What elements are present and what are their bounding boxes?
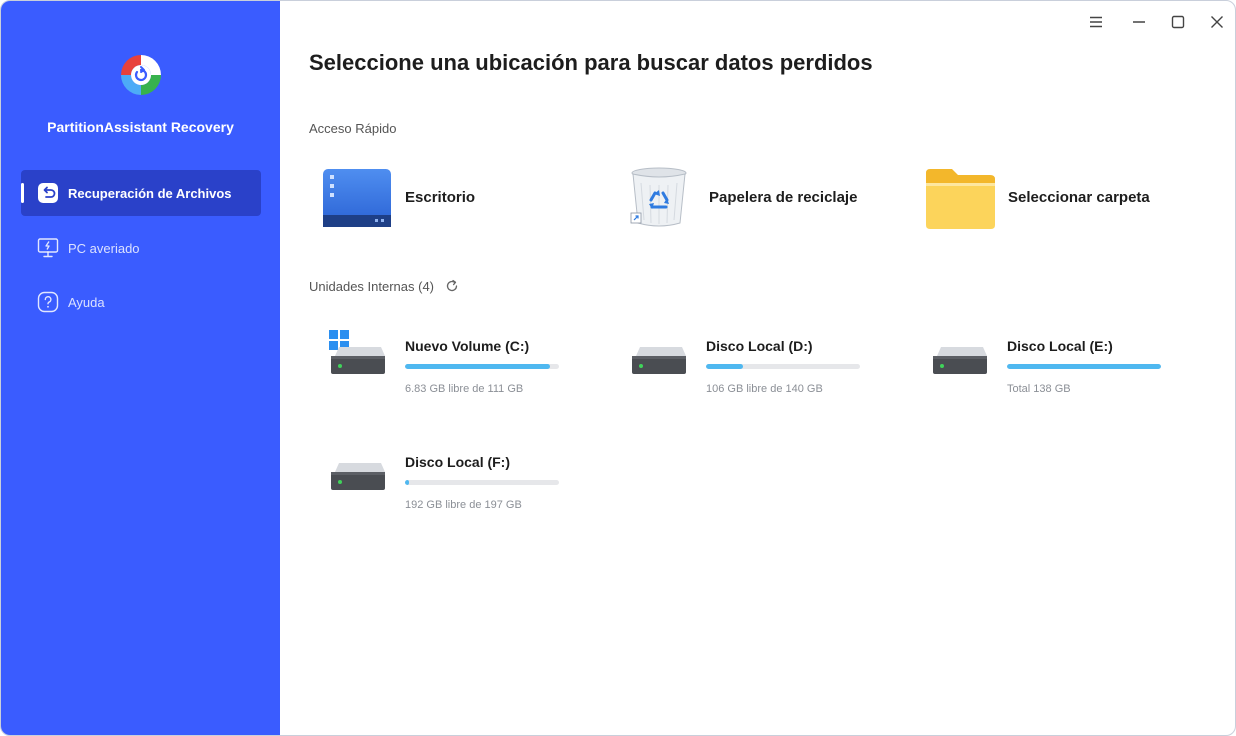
quick-access-recycle-bin[interactable]: Papelera de reciclaje [621, 161, 911, 233]
drive-item-c[interactable]: Nuevo Volume (C:) 6.83 GB libre de 111 G… [309, 326, 599, 416]
drive-usage-fill [405, 480, 409, 485]
drive-usage-bar [706, 364, 860, 369]
drive-info: 106 GB libre de 140 GB [706, 383, 823, 395]
quick-access-label: Acceso Rápido [309, 121, 397, 136]
drive-usage-bar [405, 480, 559, 485]
sidebar-item-file-recovery[interactable]: Recuperación de Archivos [21, 170, 261, 216]
quick-access-label-recycle-bin: Papelera de reciclaje [709, 188, 858, 206]
monitor-bolt-icon [37, 237, 59, 259]
sidebar: PartitionAssistant Recovery Recuperación… [1, 1, 280, 735]
drive-usage-bar [405, 364, 559, 369]
drive-info: 6.83 GB libre de 111 GB [405, 383, 524, 395]
desktop-icon [319, 163, 393, 231]
hard-drive-icon [630, 326, 690, 384]
quick-access-label-select-folder: Seleccionar carpeta [1008, 188, 1150, 206]
drive-name: Disco Local (F:) [405, 454, 511, 470]
menu-icon[interactable] [1083, 9, 1109, 35]
hard-drive-windows-icon [329, 326, 389, 384]
maximize-icon[interactable] [1165, 9, 1191, 35]
drive-usage-bar [1007, 364, 1161, 369]
close-icon[interactable] [1204, 9, 1230, 35]
recycle-bin-icon [621, 163, 697, 231]
sidebar-item-pc-averiado[interactable]: PC averiado [21, 225, 261, 271]
sidebar-item-label: PC averiado [68, 240, 140, 256]
quick-access-select-folder[interactable]: Seleccionar carpeta [922, 161, 1212, 233]
folder-icon [922, 163, 996, 231]
drive-info: 192 GB libre de 197 GB [405, 499, 522, 511]
sidebar-item-label: Ayuda [68, 294, 105, 310]
drive-name: Nuevo Volume (C:) [405, 338, 530, 354]
sidebar-item-label: Recuperación de Archivos [68, 185, 232, 201]
app-logo-icon [117, 51, 165, 99]
help-icon [37, 291, 59, 313]
quick-access-desktop[interactable]: Escritorio [319, 161, 609, 233]
drive-item-d[interactable]: Disco Local (D:) 106 GB libre de 140 GB [610, 326, 900, 416]
quick-access-label-desktop: Escritorio [405, 188, 476, 206]
hard-drive-icon [329, 442, 389, 500]
sidebar-item-ayuda[interactable]: Ayuda [21, 279, 261, 325]
minimize-icon[interactable] [1126, 9, 1152, 35]
drive-item-f[interactable]: Disco Local (F:) 192 GB libre de 197 GB [309, 442, 599, 532]
drive-usage-fill [405, 364, 550, 369]
drive-name: Disco Local (D:) [706, 338, 813, 354]
refresh-icon[interactable] [444, 278, 460, 294]
drive-usage-fill [1007, 364, 1161, 369]
drive-info: Total 138 GB [1007, 383, 1071, 395]
hard-drive-icon [931, 326, 991, 384]
page-title: Seleccione una ubicación para buscar dat… [309, 50, 873, 75]
drive-usage-fill [706, 364, 743, 369]
app-window: PartitionAssistant Recovery Recuperación… [0, 0, 1236, 736]
internal-drives-label: Unidades Internas (4) [309, 279, 435, 294]
drive-item-e[interactable]: Disco Local (E:) Total 138 GB [911, 326, 1201, 416]
app-name: PartitionAssistant Recovery [47, 119, 234, 135]
file-recovery-icon [37, 182, 59, 204]
drive-name: Disco Local (E:) [1007, 338, 1113, 354]
